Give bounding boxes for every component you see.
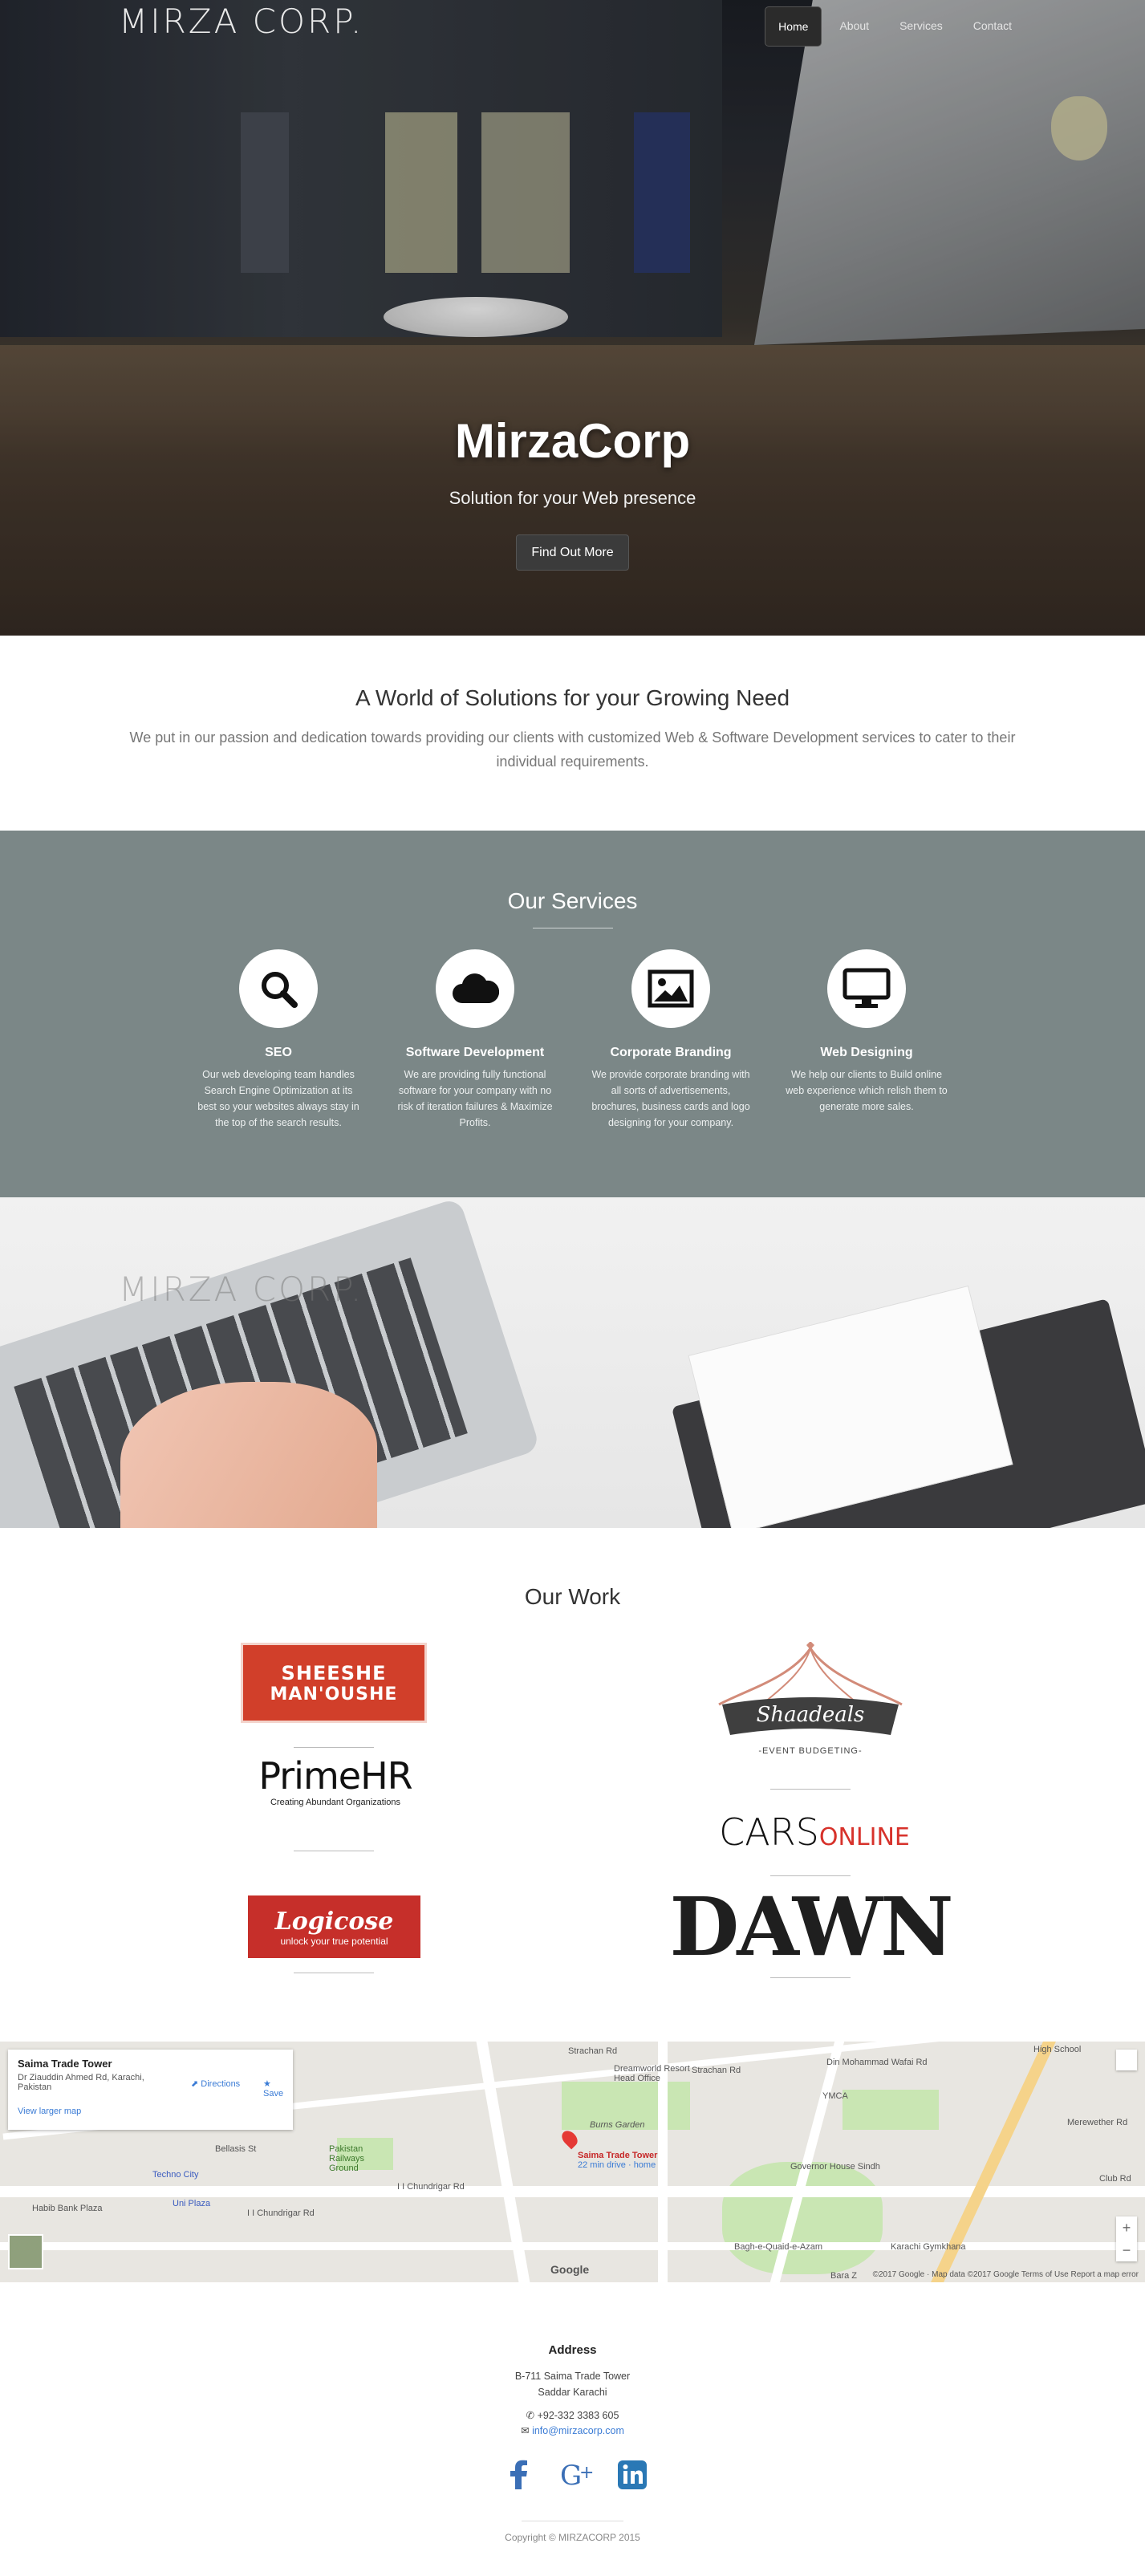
our-work-section: Our Work SHEESHE MAN'OUSHE PrimeHR Creat… <box>0 1528 1145 2042</box>
address-line-2: Saddar Karachi <box>538 2387 607 2398</box>
search-icon <box>239 949 318 1028</box>
intro-title: A World of Solutions for your Growing Ne… <box>355 685 790 710</box>
nav-item-contact[interactable]: Contact <box>960 6 1025 47</box>
divider <box>294 1747 374 1748</box>
google-logo: Google <box>550 2263 590 2276</box>
services-section: Our Services SEO Our web developing team… <box>0 831 1145 1197</box>
service-title: SEO <box>265 1046 292 1059</box>
divider <box>770 1789 851 1790</box>
brand-logo[interactable]: MIRZA CORP. <box>119 2 363 41</box>
divider <box>770 1875 851 1876</box>
map-place-name: Saima Trade Tower <box>18 2058 112 2070</box>
nav-item-services[interactable]: Services <box>887 6 956 47</box>
nav-menu: Home About Services Contact <box>765 6 1025 47</box>
map-info-card: Saima Trade Tower Dr Ziauddin Ahmed Rd, … <box>8 2050 293 2130</box>
footer-section: Address B-711 Saima Trade Tower Saddar K… <box>0 2282 1145 2576</box>
google-plus-icon[interactable]: G + <box>560 2459 594 2492</box>
service-text: We provide corporate branding with all s… <box>591 1069 750 1128</box>
email-row: ✉ info@mirzacorp.com <box>0 2424 1145 2436</box>
nav-item-about[interactable]: About <box>826 6 882 47</box>
email-link[interactable]: info@mirzacorp.com <box>532 2425 624 2436</box>
desktop-icon <box>827 949 906 1028</box>
service-text: We help our clients to Build online web … <box>786 1069 948 1112</box>
client-logo-shaadeals[interactable]: Shaadeals -EVENT BUDGETING- <box>714 1641 907 1762</box>
client-logo-dawn[interactable]: DAWN <box>650 1883 971 1971</box>
client-logo-logicose[interactable]: Logicose unlock your true potential <box>248 1895 420 1958</box>
image-icon <box>631 949 710 1028</box>
top-navbar: MIRZA CORP. Home About Services Contact <box>0 0 1145 51</box>
client-logo-primehr[interactable]: PrimeHR Creating Abundant Organizations <box>255 1754 416 1818</box>
client-logo-sheeshe-manoushe[interactable]: SHEESHE MAN'OUSHE <box>241 1643 427 1723</box>
envelope-icon: ✉ <box>521 2425 530 2436</box>
address-heading: Address <box>548 2343 597 2357</box>
map-attribution: ©2017 Google · Map data ©2017 Google Ter… <box>872 2270 1139 2279</box>
zoom-in-icon[interactable]: + <box>1116 2216 1137 2239</box>
intro-text: We put in our passion and dedication tow… <box>129 729 1016 770</box>
tent-icon <box>718 1641 903 1735</box>
hand-image <box>120 1382 377 1528</box>
service-card-corporate-branding: Corporate Branding We provide corporate … <box>587 949 755 1131</box>
workspace-banner-image: MIRZA CORP. <box>0 1197 1145 1528</box>
phone-icon: ✆ <box>526 2410 535 2421</box>
phone-row: ✆ +92-332 3383 605 <box>526 2410 619 2421</box>
hero-section: MirzaCorp Solution for your Web presence… <box>0 0 1145 636</box>
our-work-title: Our Work <box>524 1584 621 1609</box>
google-map[interactable]: Strachan Rd Dreamworld Resort Head Offic… <box>0 2042 1145 2282</box>
nav-item-home[interactable]: Home <box>765 6 822 47</box>
zoom-out-icon[interactable]: − <box>1116 2239 1137 2261</box>
linkedin-icon[interactable] <box>616 2459 648 2491</box>
save-button[interactable]: ★ Save <box>263 2078 293 2099</box>
service-text: Our web developing team handles Search E… <box>197 1069 359 1128</box>
intro-section: A World of Solutions for your Growing Ne… <box>0 636 1145 831</box>
pegman-icon[interactable] <box>1116 2050 1137 2070</box>
service-title: Corporate Branding <box>610 1046 732 1059</box>
address-line-1: B-711 Saima Trade Tower <box>514 2371 631 2382</box>
view-larger-map-link[interactable]: View larger map <box>18 2107 283 2116</box>
directions-icon: ⬈ <box>191 2079 199 2089</box>
brand-logo-watermark: MIRZA CORP. <box>119 1270 364 1309</box>
map-pin-label: Saima Trade Tower 22 min drive · home <box>578 2151 658 2170</box>
service-title: Software Development <box>405 1046 545 1059</box>
client-logo-cars-online[interactable]: CARSONLINE <box>718 1810 911 1859</box>
map-pin-icon[interactable] <box>558 2127 581 2150</box>
hero-title: MirzaCorp <box>454 414 691 468</box>
map-place-address: Dr Ziauddin Ahmed Rd, Karachi, Pakistan <box>18 2073 144 2092</box>
cloud-icon <box>436 949 514 1028</box>
find-out-more-button[interactable]: Find Out More <box>516 534 629 571</box>
facebook-icon[interactable] <box>504 2459 536 2491</box>
star-icon: ★ <box>263 2079 271 2089</box>
services-title: Our Services <box>507 888 638 913</box>
service-card-web-designing: Web Designing We help our clients to Bui… <box>782 949 951 1115</box>
service-card-seo: SEO Our web developing team handles Sear… <box>194 949 363 1131</box>
hero-subtitle: Solution for your Web presence <box>449 488 696 508</box>
directions-button[interactable]: ⬈ Directions <box>191 2078 240 2089</box>
satellite-toggle[interactable] <box>8 2234 43 2269</box>
copyright-text: Copyright © MIRZACORP 2015 <box>505 2532 640 2543</box>
social-links: G + <box>504 2459 648 2492</box>
service-title: Web Designing <box>820 1046 913 1059</box>
service-text: We are providing fully functional softwa… <box>397 1069 553 1128</box>
divider <box>770 1977 851 1978</box>
service-card-software-development: Software Development We are providing fu… <box>391 949 559 1131</box>
svg-text:+: + <box>579 2463 594 2483</box>
map-zoom-controls[interactable]: + − <box>1116 2216 1137 2261</box>
